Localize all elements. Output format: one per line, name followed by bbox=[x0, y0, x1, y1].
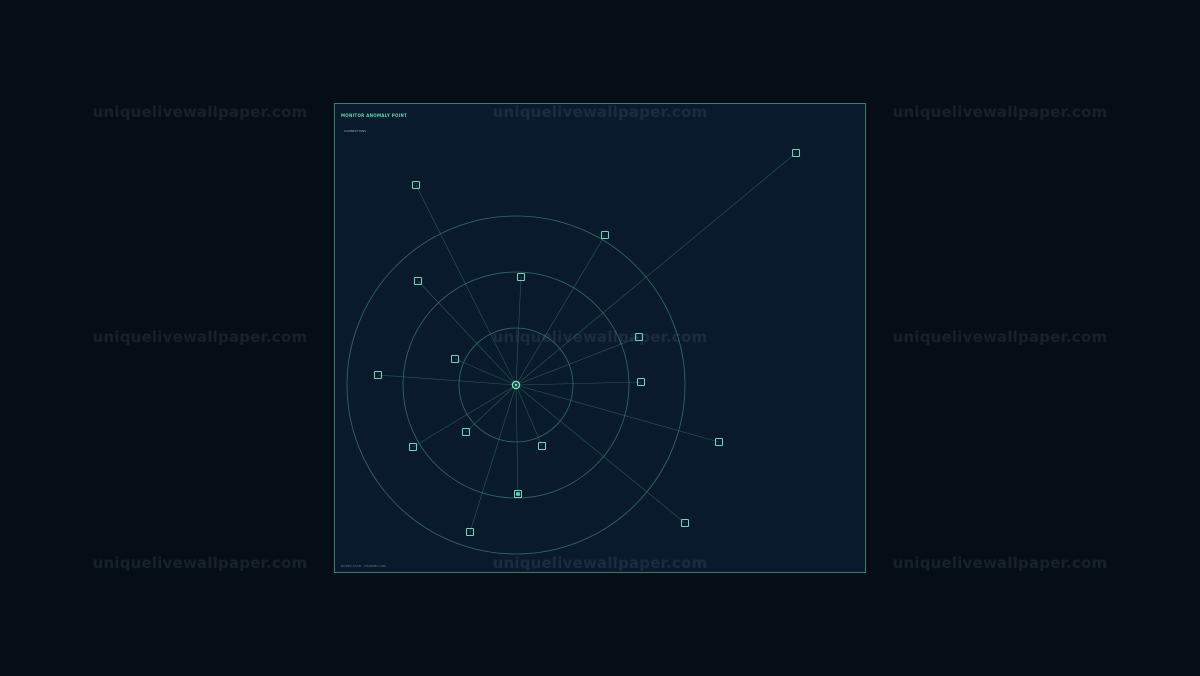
network-link bbox=[515, 384, 543, 447]
network-link bbox=[515, 276, 522, 386]
network-link bbox=[515, 336, 640, 386]
network-nodes bbox=[373, 148, 801, 537]
network-link bbox=[412, 384, 517, 448]
network-monitor-panel: MONITOR ANOMALY POINT CONNECTIONS NODES … bbox=[334, 103, 866, 573]
watermark-bottom-left: uniquelivewallpaper.com bbox=[92, 554, 308, 572]
network-link bbox=[515, 152, 797, 386]
network-links bbox=[377, 152, 797, 533]
network-graph bbox=[346, 148, 801, 555]
watermark-top-right: uniquelivewallpaper.com bbox=[892, 103, 1108, 121]
watermark-top-left: uniquelivewallpaper.com bbox=[92, 103, 308, 121]
watermark-middle-left: uniquelivewallpaper.com bbox=[92, 328, 308, 346]
network-link bbox=[469, 384, 517, 533]
network-link bbox=[515, 381, 642, 386]
watermark-middle-right: uniquelivewallpaper.com bbox=[892, 328, 1108, 346]
network-link bbox=[415, 184, 517, 386]
network-link bbox=[515, 384, 519, 495]
network-link bbox=[417, 280, 517, 386]
watermark-bottom-right: uniquelivewallpaper.com bbox=[892, 554, 1108, 572]
network-link bbox=[515, 384, 686, 524]
wallpaper-screen: uniquelivewallpaper.com uniquelivewallpa… bbox=[0, 0, 1200, 676]
network-link bbox=[515, 234, 606, 386]
